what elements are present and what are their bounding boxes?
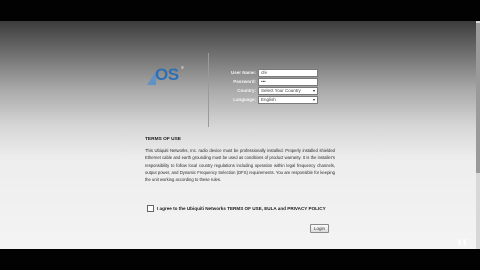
bottom-letterbox	[0, 249, 480, 270]
terms-title: TERMS OF USE	[145, 137, 181, 142]
language-selected-value: English	[261, 97, 276, 102]
scrollbar[interactable]	[476, 21, 480, 249]
form-divider	[208, 53, 209, 127]
airos-logo: OS ®	[147, 64, 189, 86]
agree-label[interactable]: I agree to the Ubiquiti Networks TERMS O…	[157, 206, 326, 211]
password-value: •••	[261, 79, 266, 84]
scrollbar-thumb[interactable]	[476, 23, 480, 173]
chevron-down-icon: ▾	[312, 88, 315, 93]
username-field[interactable]: cfe	[258, 69, 318, 77]
agree-checkbox[interactable]	[147, 204, 154, 212]
username-value: cfe	[261, 70, 268, 75]
country-label: Country:	[237, 88, 256, 93]
username-label: User Name:	[230, 70, 256, 75]
login-button[interactable]: Login	[310, 224, 329, 233]
country-selected-value: Select Your Country	[261, 88, 301, 93]
chevron-down-icon: ▾	[312, 97, 315, 102]
pause-icon[interactable]: ❚❚	[457, 240, 467, 247]
terms-body: This Ubiquiti Networks, Inc. radio devic…	[145, 148, 335, 183]
video-controls: ❚❚ ⛶	[457, 240, 471, 248]
password-label: Password:	[233, 79, 256, 84]
logo-trademark: ®	[181, 65, 184, 70]
language-label: Language:	[233, 97, 256, 102]
country-select[interactable]: Select Your Country ▾	[258, 87, 318, 95]
language-select[interactable]: English ▾	[258, 96, 318, 104]
fullscreen-icon[interactable]: ⛶	[465, 240, 471, 247]
agree-row[interactable]: I agree to the Ubiquiti Networks TERMS O…	[147, 204, 326, 212]
browser-viewport: OS ® User Name: cfe Password: ••• Countr…	[0, 21, 480, 249]
top-letterbox	[0, 0, 480, 21]
password-field[interactable]: •••	[258, 78, 318, 86]
logo-text: OS	[155, 65, 179, 84]
